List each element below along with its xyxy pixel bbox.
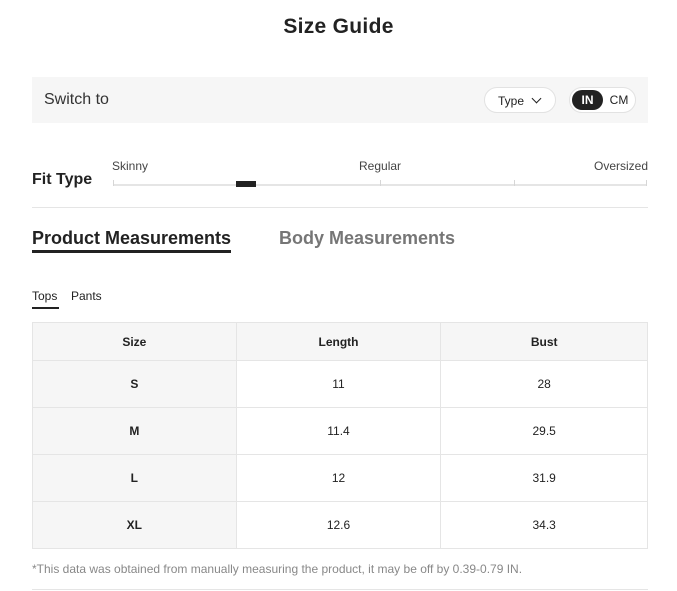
bottom-divider <box>32 589 648 590</box>
page-title: Size Guide <box>283 15 394 38</box>
type-dropdown[interactable]: Type <box>484 87 556 113</box>
size-cell: XL <box>32 501 237 549</box>
fit-level-skinny: Skinny <box>112 159 149 173</box>
size-cell: S <box>32 360 237 408</box>
switch-to-label: Switch to <box>44 91 109 108</box>
unit-cm-button[interactable]: CM <box>605 90 633 110</box>
unit-in-button[interactable]: IN <box>572 90 603 110</box>
table-row: L 12 31.9 <box>32 454 648 502</box>
table-row: S 11 28 <box>32 360 648 408</box>
bust-cell: 31.9 <box>440 454 648 502</box>
size-cell: L <box>32 454 237 502</box>
size-table: Size Length Bust S 11 28 M 11.4 29.5 L 1… <box>32 322 648 549</box>
tab-product-measurements[interactable]: Product Measurements <box>32 228 231 249</box>
length-cell: 11 <box>235 360 442 408</box>
subtab-pants[interactable]: Pants <box>71 289 102 303</box>
fit-scale-tick <box>380 180 381 186</box>
length-cell: 12 <box>235 454 442 502</box>
chevron-down-icon <box>531 93 542 104</box>
table-row: M 11.4 29.5 <box>32 407 648 455</box>
type-dropdown-label: Type <box>498 94 525 108</box>
section-divider <box>32 207 648 208</box>
header-size: Size <box>32 322 237 361</box>
bust-cell: 28 <box>440 360 648 408</box>
fit-level-regular: Regular <box>359 159 402 173</box>
fit-scale-tick <box>113 180 114 186</box>
fit-scale-tick <box>646 180 647 186</box>
fit-type-label: Fit Type <box>32 171 93 188</box>
fit-level-oversized: Oversized <box>594 159 649 173</box>
active-subtab-indicator <box>32 307 59 309</box>
fit-scale-tick <box>514 180 515 186</box>
length-cell: 12.6 <box>235 501 442 549</box>
length-cell: 11.4 <box>235 407 442 455</box>
header-bust: Bust <box>440 322 648 361</box>
table-header-row: Size Length Bust <box>32 322 648 361</box>
table-row: XL 12.6 34.3 <box>32 501 648 549</box>
size-cell: M <box>32 407 237 455</box>
subtab-tops[interactable]: Tops <box>32 289 57 303</box>
tab-body-measurements[interactable]: Body Measurements <box>279 228 455 249</box>
measurement-disclaimer: *This data was obtained from manually me… <box>32 562 523 576</box>
unit-switch-bar: Switch to Type IN CM <box>32 77 648 123</box>
header-length: Length <box>235 322 442 361</box>
unit-toggle: IN CM <box>569 87 636 113</box>
bust-cell: 34.3 <box>440 501 648 549</box>
bust-cell: 29.5 <box>440 407 648 455</box>
fit-type-marker <box>236 181 256 187</box>
active-tab-indicator <box>32 250 231 253</box>
